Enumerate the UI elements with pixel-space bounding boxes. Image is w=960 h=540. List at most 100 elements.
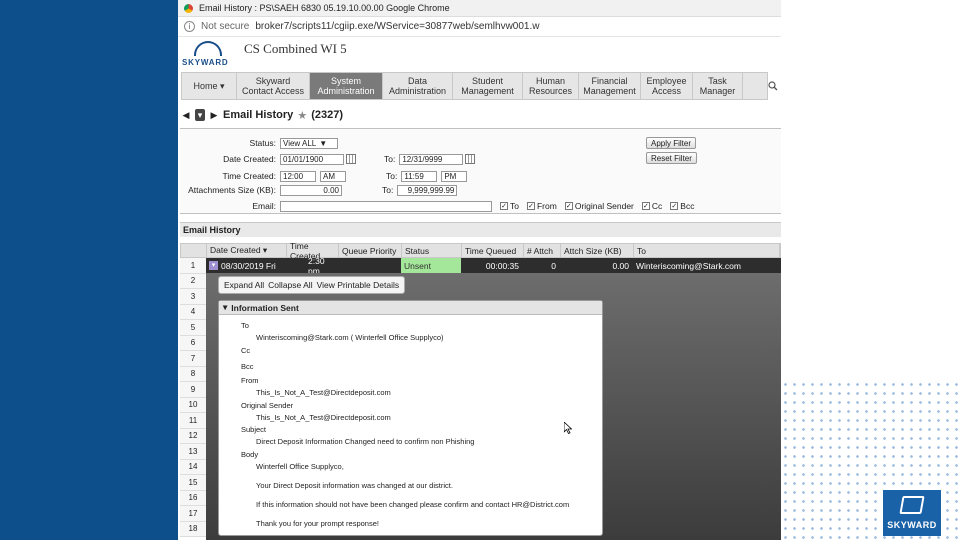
page-title: Email History [223,109,294,121]
row-number: 9 [180,382,206,398]
row-number: 5 [180,320,206,336]
body-line: Your Direct Deposit information was chan… [256,481,453,490]
status-select[interactable]: View ALL ▼ [280,137,338,149]
status-row: Status: View ALL ▼ [180,137,338,149]
row-number: 4 [180,304,206,320]
cc-checkbox[interactable]: ✓ [641,202,650,210]
row-number: 10 [180,397,206,413]
expand-toggle-icon[interactable]: ▾ [209,261,218,270]
nav-system-administration[interactable]: System Administration [310,73,383,99]
row-priority [338,258,401,273]
info-icon[interactable]: i [184,21,195,32]
detail-toolbar: Expand All Collapse All View Printable D… [218,276,406,294]
to-label: To [241,321,249,330]
app-header: SKYWARD CS Combined WI 5 [178,37,781,69]
status-value: View ALL [283,138,317,148]
calendar-icon[interactable] [346,154,356,164]
nav-data-administration[interactable]: Data Administration [383,73,453,99]
chrome-icon [184,3,193,13]
table-row[interactable]: ▾ 08/30/2019 Fri 2:30 pm Unsent 00:00:35… [206,256,781,276]
page-header: ◀ ▾ ▶ Email History ★ (2327) [181,106,343,124]
row-number: 17 [180,506,206,522]
row-num-header [181,244,207,257]
main-nav: Home ▾ Skyward Contact Access System Adm… [181,72,778,100]
col-queue-priority[interactable]: Queue Priority [339,244,402,257]
date-to-input[interactable]: 12/31/9999 [399,153,464,165]
to-label: To: [384,154,396,164]
time-to-input[interactable]: 11:59 [401,170,438,182]
nav-student-management[interactable]: Student Management [453,73,523,99]
collapse-triangle-icon[interactable]: ▾ [223,302,227,313]
nav-skyward-contact-access[interactable]: Skyward Contact Access [237,73,310,99]
date-from-input[interactable]: 01/01/1900 [280,153,344,165]
app-title: CS Combined WI 5 [244,41,347,56]
email-row: Email: ✓ To ✓ From ✓ Original Sender ✓ Cc ✓ B… [180,200,694,212]
collapse-all-button[interactable]: Collapse All [268,280,312,290]
information-sent-panel: ▾ Information Sent To Winteriscoming@Sta… [218,300,603,536]
original-sender-checkbox[interactable]: ✓ [564,202,573,210]
from-value: This_Is_Not_A_Test@Directdeposit.com [256,388,391,397]
to-checkbox[interactable]: ✓ [500,202,508,210]
nav-employee-access[interactable]: Employee Access [641,73,693,99]
attach-row: Attachments Size (KB): 0.00 To: 9,999,99… [180,184,458,196]
subject-value: Direct Deposit Information Changed need … [256,437,475,446]
row-number: 18 [180,521,206,537]
date-created-label: Date Created: [223,154,276,164]
col-time-queued[interactable]: Time Queued [462,244,524,257]
browser-window: Email History : PS\SAEH 6830 05.19.10.00… [178,0,781,540]
nav-task-manager[interactable]: Task Manager [693,73,743,99]
email-input[interactable] [280,200,492,212]
to-checkbox-label: To [510,201,519,211]
row-number: 8 [180,366,206,382]
skyward-logo-text: SKYWARD [182,58,229,67]
row-attch-size: 0.00 [612,260,629,271]
grid-header: Date Created ▾ Time Created Queue Priori… [180,241,781,261]
reset-filter-button[interactable]: Reset Filter [646,152,697,164]
bcc-checkbox[interactable]: ✓ [670,202,679,210]
url-text[interactable]: broker7/scripts11/cgiip.exe/WService=308… [255,21,539,32]
to-label: To: [382,185,394,195]
col-status[interactable]: Status [402,244,462,257]
time-row: Time Created: 12:00 AM To: 11:59 PM [180,170,468,182]
record-count: (2327) [311,109,343,121]
row-numbers: 1 2 3 4 5 6 7 8 9 10 11 12 13 14 15 16 1… [180,258,206,537]
view-printable-details-button[interactable]: View Printable Details [317,280,400,290]
body-line: If this information should not have been… [256,500,570,509]
skyward-logo: SKYWARD [182,41,236,67]
time-to-ampm[interactable]: PM [441,170,468,182]
window-title: Email History : PS\SAEH 6830 05.19.10.00… [199,3,450,13]
filter-panel: Status: View ALL ▼ Date Created: 01/01/1… [180,128,781,214]
time-from-ampm[interactable]: AM [320,170,346,182]
forward-arrow-icon[interactable]: ▶ [209,109,219,121]
nav-financial-management[interactable]: Financial Management [579,73,641,99]
row-number: 3 [180,289,206,305]
col-attch-size[interactable]: Attch Size (KB) [561,244,634,257]
bcc-checkbox-label: Bcc [680,201,695,211]
expand-all-button[interactable]: Expand All [224,280,264,290]
nav-home[interactable]: Home ▾ [182,73,237,99]
row-date-cell: ▾ 08/30/2019 Fri [206,258,286,273]
col-date-created[interactable]: Date Created ▾ [207,244,287,257]
from-checkbox[interactable]: ✓ [526,202,535,210]
apply-filter-button[interactable]: Apply Filter [646,137,697,149]
logo-mark-icon [899,496,925,514]
information-sent-header[interactable]: ▾ Information Sent [219,301,602,315]
favorite-star-icon[interactable]: ★ [297,109,307,122]
attach-to-input[interactable]: 9,999,999.99 [397,184,458,196]
time-created-label: Time Created: [222,171,276,181]
col-to[interactable]: To [634,244,780,257]
calendar-icon[interactable] [465,154,476,164]
time-from-input[interactable]: 12:00 [280,170,316,182]
col-attch[interactable]: # Attch [524,244,561,257]
search-icon[interactable] [766,73,780,99]
row-number: 1 [180,258,206,274]
back-arrow-icon[interactable]: ◀ [181,109,191,121]
attach-from-input[interactable]: 0.00 [280,184,342,196]
slide-brand-text: SKYWARD [887,520,937,530]
address-bar[interactable]: i Not secure broker7/scripts11/cgiip.exe… [178,17,781,37]
to-label: To: [386,171,398,181]
row-status: Unsent [401,258,461,273]
attachments-size-label: Attachments Size (KB): [188,185,276,195]
page-menu-icon[interactable]: ▾ [195,109,205,121]
nav-human-resources[interactable]: Human Resources [523,73,579,99]
